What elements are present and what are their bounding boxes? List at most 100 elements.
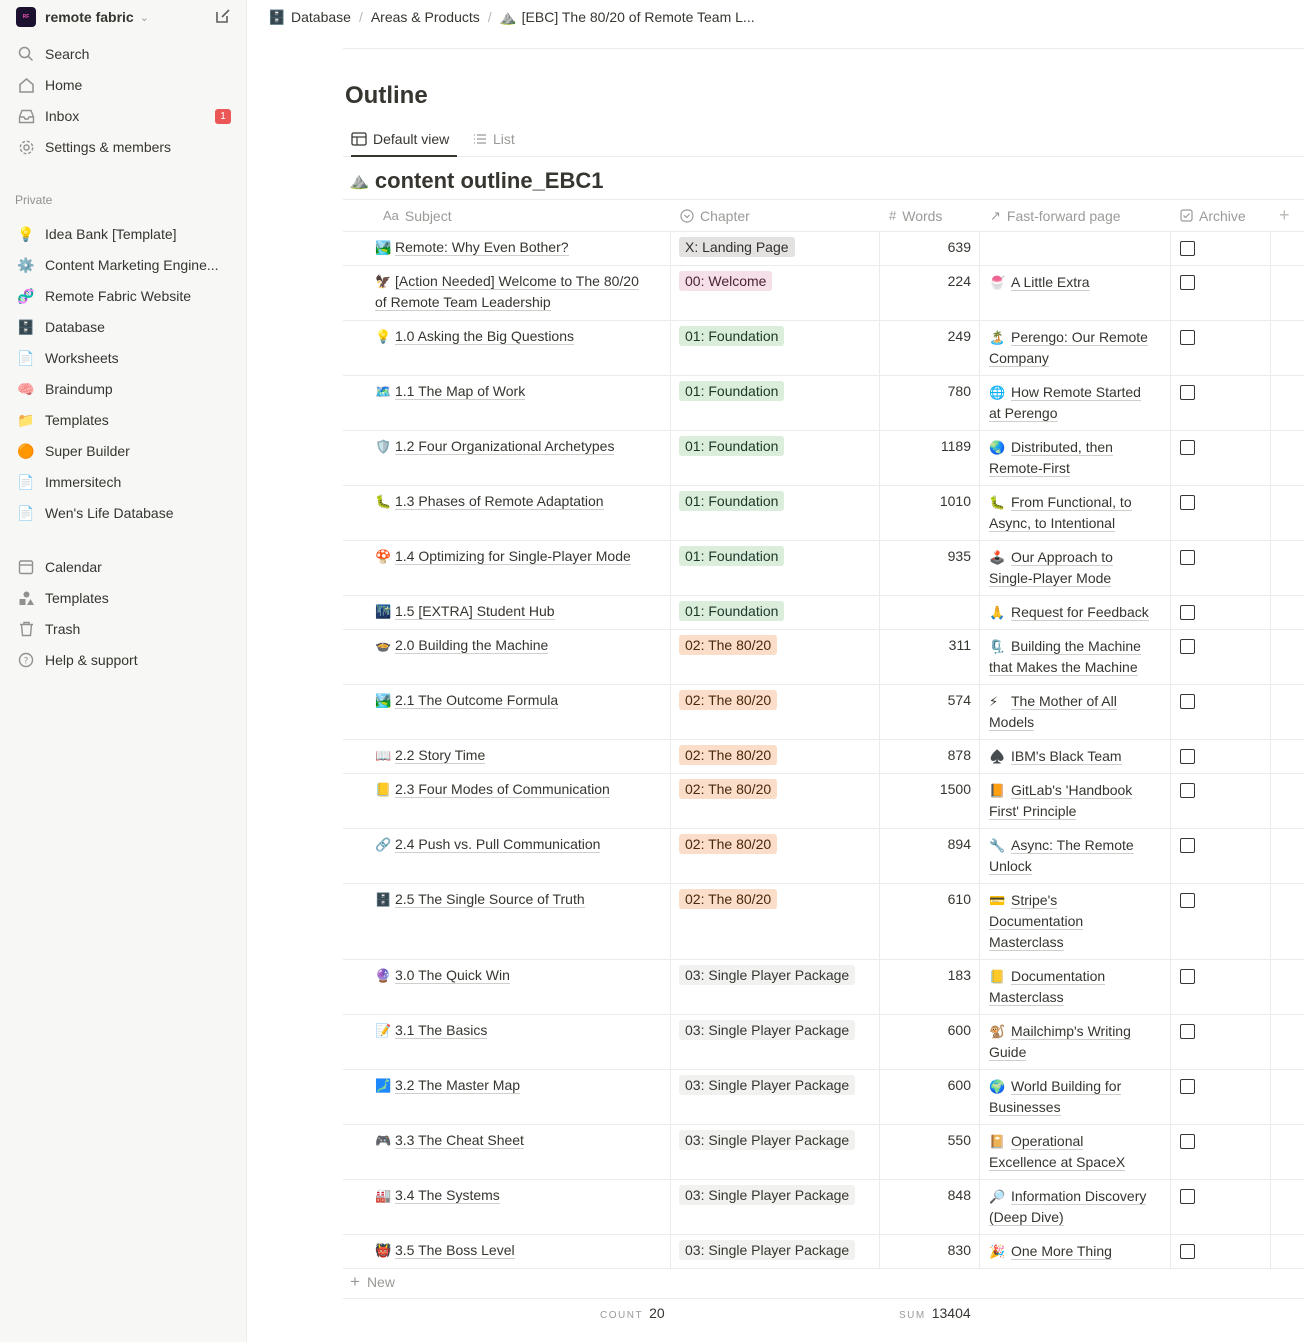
- words-cell[interactable]: 550: [891, 1130, 971, 1151]
- subject-cell[interactable]: 🌃 1.5 [EXTRA] Student Hub: [375, 601, 665, 622]
- subject-cell[interactable]: 🔗 2.4 Push vs. Pull Communication: [375, 834, 665, 855]
- sidebar-item-immersitech[interactable]: 📄 Immersitech: [0, 468, 247, 496]
- words-cell[interactable]: 780: [891, 381, 971, 402]
- sidebar-item-content-marketing-engine[interactable]: ⚙️ Content Marketing Engine...: [0, 251, 247, 279]
- words-cell[interactable]: 1500: [891, 779, 971, 800]
- chapter-cell[interactable]: 01: Foundation: [679, 381, 785, 402]
- sidebar-item-home[interactable]: Home: [0, 71, 247, 99]
- breadcrumb-areas[interactable]: Areas & Products: [371, 9, 480, 25]
- subject-cell[interactable]: 🛡️ 1.2 Four Organizational Archetypes: [375, 436, 665, 457]
- chapter-cell[interactable]: 02: The 80/20: [679, 690, 778, 711]
- fast-forward-cell[interactable]: 🎉 One More Thing: [989, 1241, 1164, 1262]
- fast-forward-cell[interactable]: 🌐 How Remote Started at Perengo: [989, 382, 1164, 424]
- sidebar-item-worksheets[interactable]: 📄 Worksheets: [0, 344, 247, 372]
- column-header-chapter[interactable]: Chapter: [680, 199, 750, 232]
- tab-list[interactable]: List: [473, 122, 515, 156]
- chapter-cell[interactable]: 03: Single Player Package: [679, 1075, 856, 1096]
- words-cell[interactable]: 878: [891, 745, 971, 766]
- subject-cell[interactable]: 📒 2.3 Four Modes of Communication: [375, 779, 665, 800]
- chapter-cell[interactable]: 01: Foundation: [679, 601, 785, 622]
- words-cell[interactable]: 574: [891, 690, 971, 711]
- chapter-cell[interactable]: 02: The 80/20: [679, 779, 778, 800]
- subject-cell[interactable]: 🐛 1.3 Phases of Remote Adaptation: [375, 491, 665, 512]
- sidebar-item-braindump[interactable]: 🧠 Braindump: [0, 375, 247, 403]
- breadcrumb-database[interactable]: 🗄️ Database: [268, 9, 351, 26]
- subject-cell[interactable]: 🔮 3.0 The Quick Win: [375, 965, 665, 986]
- fast-forward-cell[interactable]: 🏝️ Perengo: Our Remote Company: [989, 327, 1164, 369]
- new-page-icon[interactable]: [214, 7, 232, 25]
- archive-checkbox[interactable]: [1180, 550, 1195, 565]
- chapter-cell[interactable]: 00: Welcome: [679, 271, 773, 292]
- archive-checkbox[interactable]: [1180, 783, 1195, 798]
- fast-forward-cell[interactable]: 🔎 Information Discovery (Deep Dive): [989, 1186, 1164, 1228]
- fast-forward-cell[interactable]: 💳 Stripe's Documentation Masterclass: [989, 890, 1164, 953]
- sidebar-item-trash[interactable]: Trash: [0, 615, 247, 643]
- fast-forward-cell[interactable]: ♠️ IBM's Black Team: [989, 746, 1164, 767]
- sidebar-item-templates[interactable]: 📁 Templates: [0, 406, 247, 434]
- column-header-fast-forward[interactable]: ↗ Fast-forward page: [990, 199, 1121, 232]
- archive-checkbox[interactable]: [1180, 838, 1195, 853]
- archive-checkbox[interactable]: [1180, 749, 1195, 764]
- chapter-cell[interactable]: 02: The 80/20: [679, 834, 778, 855]
- chapter-cell[interactable]: 02: The 80/20: [679, 745, 778, 766]
- chapter-cell[interactable]: 01: Foundation: [679, 326, 785, 347]
- sidebar-item-database[interactable]: 🗄️ Database: [0, 313, 247, 341]
- words-cell[interactable]: 830: [891, 1240, 971, 1261]
- archive-checkbox[interactable]: [1180, 605, 1195, 620]
- archive-checkbox[interactable]: [1180, 1244, 1195, 1259]
- words-cell[interactable]: 183: [891, 965, 971, 986]
- sidebar-item-idea-bank-template[interactable]: 💡 Idea Bank [Template]: [0, 220, 247, 248]
- fast-forward-cell[interactable]: ⚡ The Mother of All Models: [989, 691, 1164, 733]
- chapter-cell[interactable]: 02: The 80/20: [679, 889, 778, 910]
- archive-checkbox[interactable]: [1180, 1024, 1195, 1039]
- fast-forward-cell[interactable]: 🕹️ Our Approach to Single-Player Mode: [989, 547, 1164, 589]
- add-column-icon[interactable]: +: [1279, 205, 1290, 226]
- subject-cell[interactable]: 👹 3.5 The Boss Level: [375, 1240, 665, 1261]
- sidebar-item-search[interactable]: Search: [0, 40, 247, 68]
- sidebar-item-wen-s-life-database[interactable]: 📄 Wen's Life Database: [0, 499, 247, 527]
- chapter-cell[interactable]: 03: Single Player Package: [679, 1130, 856, 1151]
- sidebar-item-remote-fabric-website[interactable]: 🧬 Remote Fabric Website: [0, 282, 247, 310]
- archive-checkbox[interactable]: [1180, 440, 1195, 455]
- archive-checkbox[interactable]: [1180, 893, 1195, 908]
- sidebar-item-settings-members[interactable]: Settings & members: [0, 133, 247, 161]
- sidebar-item-calendar[interactable]: Calendar: [0, 553, 247, 581]
- words-cell[interactable]: 894: [891, 834, 971, 855]
- words-cell[interactable]: 1189: [891, 436, 971, 457]
- column-header-archive[interactable]: Archive: [1180, 199, 1246, 232]
- subject-cell[interactable]: 🗄️ 2.5 The Single Source of Truth: [375, 889, 665, 910]
- chapter-cell[interactable]: X: Landing Page: [679, 237, 795, 258]
- subject-cell[interactable]: 🏭 3.4 The Systems: [375, 1185, 665, 1206]
- words-cell[interactable]: 935: [891, 546, 971, 567]
- archive-checkbox[interactable]: [1180, 1079, 1195, 1094]
- archive-checkbox[interactable]: [1180, 275, 1195, 290]
- archive-checkbox[interactable]: [1180, 694, 1195, 709]
- subject-cell[interactable]: 📝 3.1 The Basics: [375, 1020, 665, 1041]
- sidebar-item-super-builder[interactable]: 🟠 Super Builder: [0, 437, 247, 465]
- sidebar-item-help-support[interactable]: ? Help & support: [0, 646, 247, 674]
- words-cell[interactable]: 1010: [891, 491, 971, 512]
- fast-forward-cell[interactable]: 🌍 World Building for Businesses: [989, 1076, 1164, 1118]
- chapter-cell[interactable]: 01: Foundation: [679, 436, 785, 457]
- chapter-cell[interactable]: 01: Foundation: [679, 546, 785, 567]
- words-cell[interactable]: 311: [891, 635, 971, 656]
- fast-forward-cell[interactable]: 🌏 Distributed, then Remote-First: [989, 437, 1164, 479]
- words-cell[interactable]: 610: [891, 889, 971, 910]
- archive-checkbox[interactable]: [1180, 385, 1195, 400]
- breadcrumb-current[interactable]: ⛰️ [EBC] The 80/20 of Remote Team L...: [499, 9, 755, 26]
- chapter-cell[interactable]: 03: Single Player Package: [679, 965, 856, 986]
- fast-forward-cell[interactable]: 🍧 A Little Extra: [989, 272, 1164, 293]
- subject-cell[interactable]: 🗾 3.2 The Master Map: [375, 1075, 665, 1096]
- chapter-cell[interactable]: 02: The 80/20: [679, 635, 778, 656]
- fast-forward-cell[interactable]: 🔧 Async: The Remote Unlock: [989, 835, 1164, 877]
- column-header-subject[interactable]: Aa Subject: [383, 199, 452, 232]
- sidebar-item-inbox[interactable]: Inbox 1: [0, 102, 247, 130]
- subject-cell[interactable]: 🏞️ Remote: Why Even Bother?: [375, 237, 665, 258]
- fast-forward-cell[interactable]: 📙 GitLab's 'Handbook First' Principle: [989, 780, 1164, 822]
- fast-forward-cell[interactable]: 🐒 Mailchimp's Writing Guide: [989, 1021, 1164, 1063]
- archive-checkbox[interactable]: [1180, 1189, 1195, 1204]
- archive-checkbox[interactable]: [1180, 495, 1195, 510]
- words-cell[interactable]: 224: [891, 271, 971, 292]
- sidebar-item-templates[interactable]: Templates: [0, 584, 247, 612]
- workspace-switcher[interactable]: RF remote fabric ⌄: [16, 6, 149, 28]
